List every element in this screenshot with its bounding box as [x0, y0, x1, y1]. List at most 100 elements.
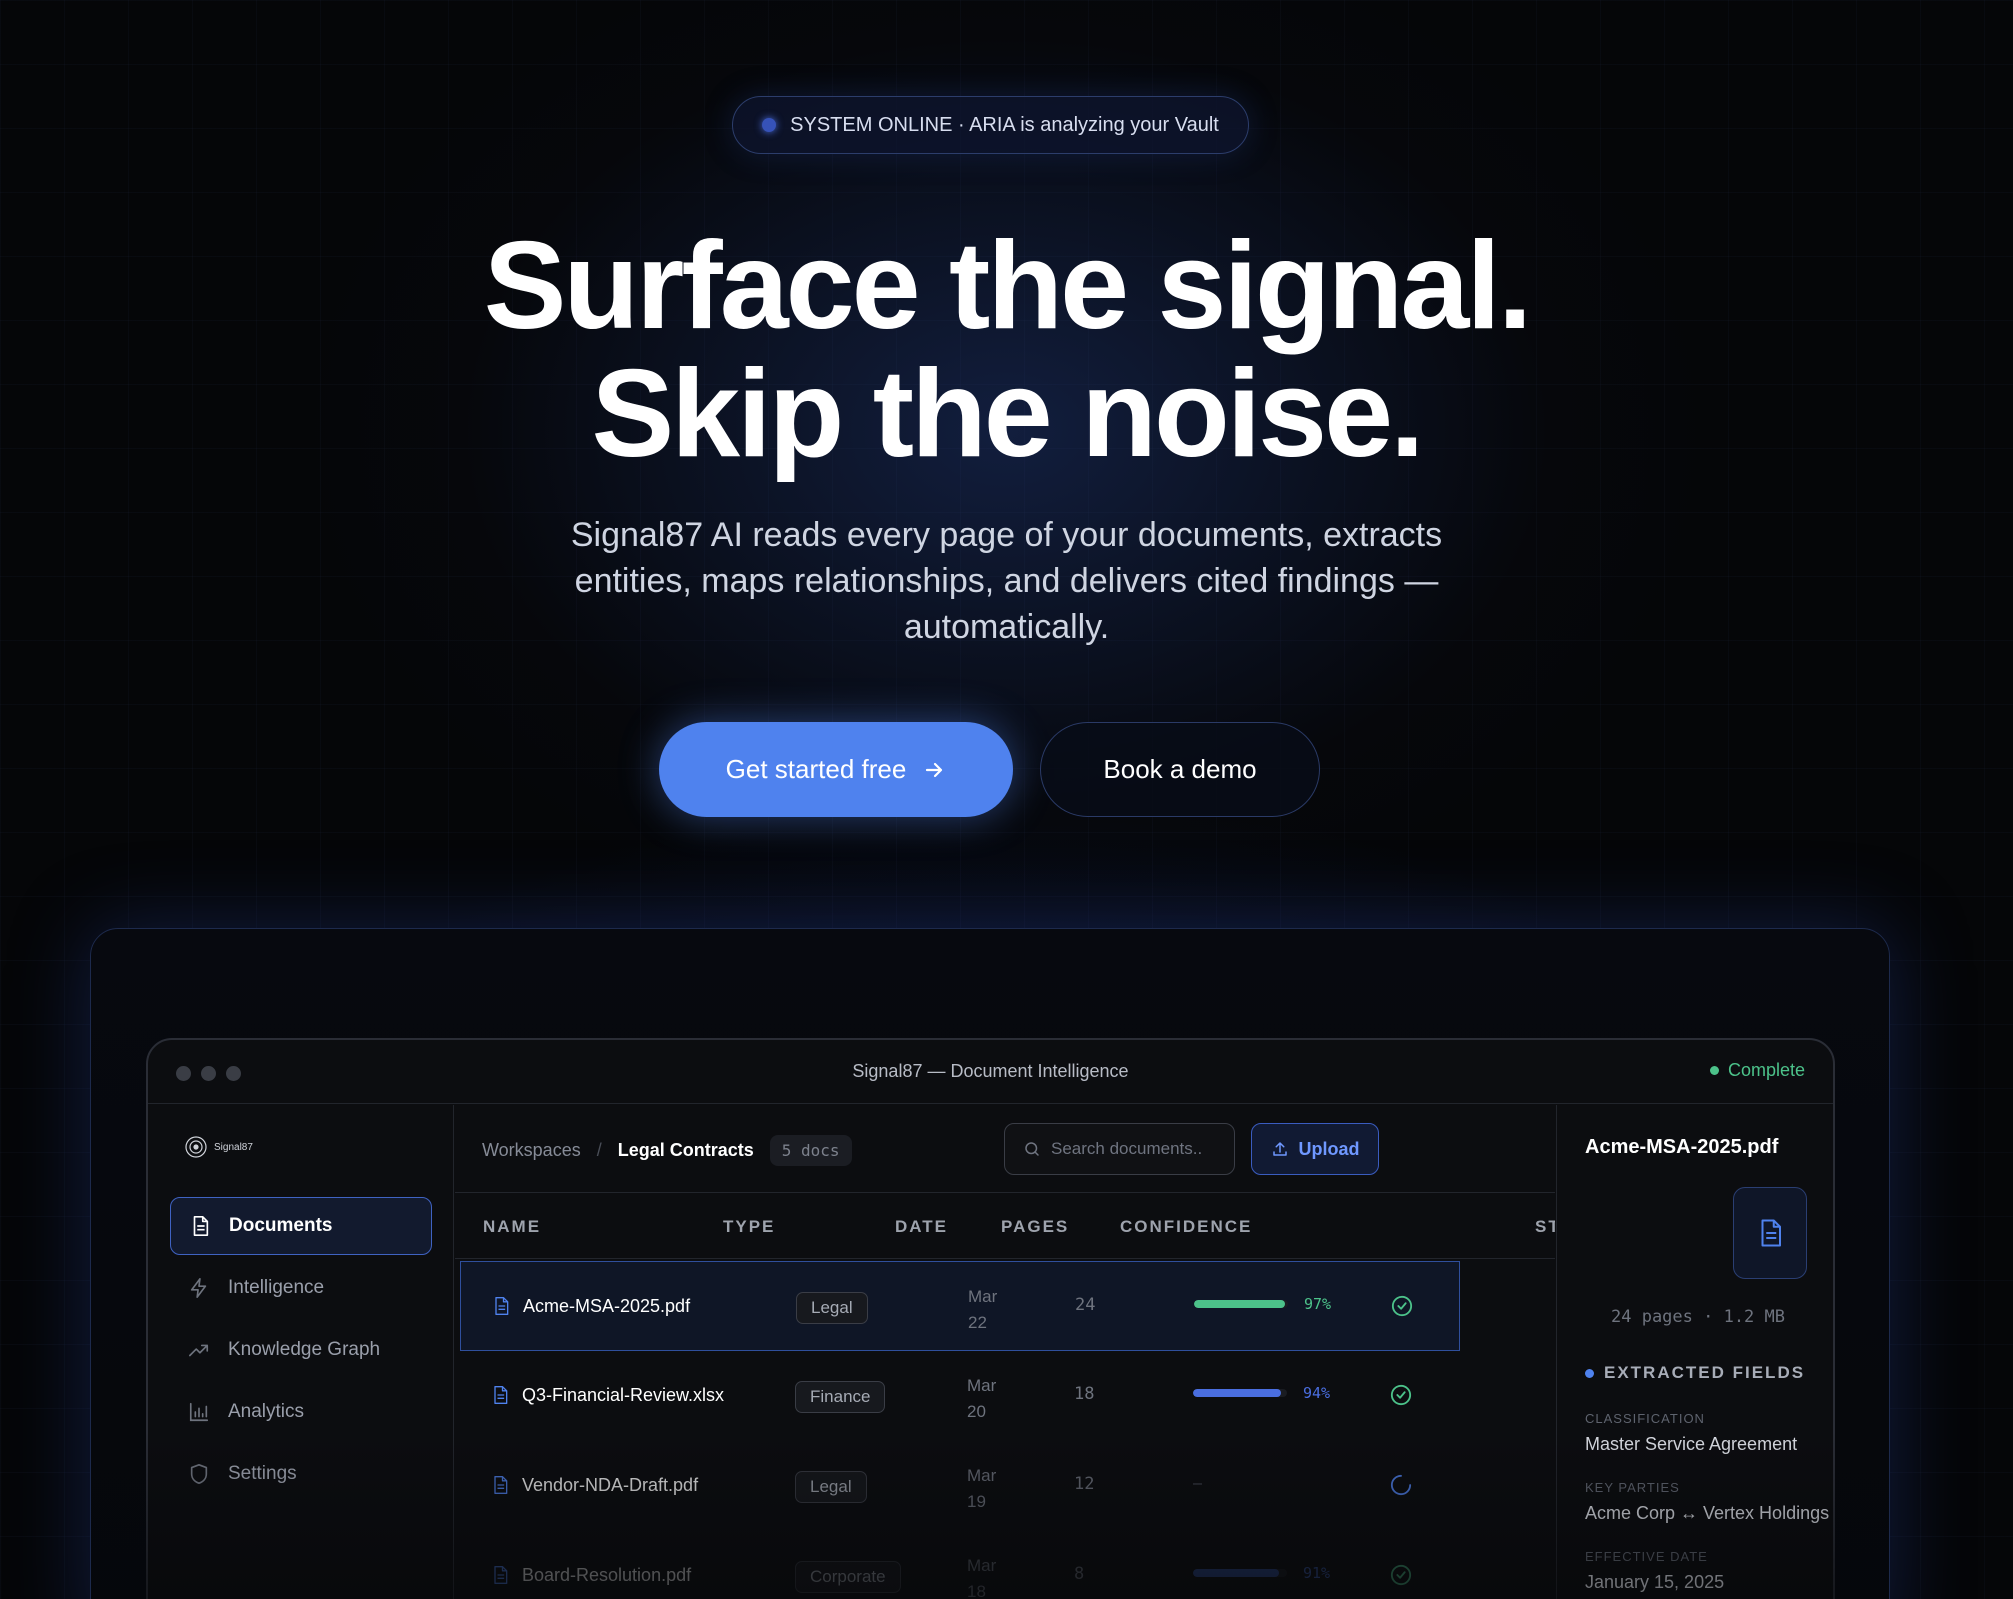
window-maximize-dot[interactable] — [226, 1066, 241, 1081]
document-icon — [193, 1216, 209, 1236]
row-date: Mar 20 — [967, 1373, 1007, 1425]
breadcrumb-workspaces[interactable]: Workspaces — [482, 1140, 581, 1161]
field-value: Master Service Agreement — [1585, 1434, 1798, 1454]
file-icon — [494, 1476, 508, 1494]
signal-logo-icon — [185, 1136, 207, 1158]
table-header: NAME TYPE DATE PAGES CONFIDENCE ST — [455, 1193, 1555, 1259]
row-date-day: 19 — [967, 1492, 986, 1511]
window-close-dot[interactable] — [176, 1066, 191, 1081]
sidebar-item-documents[interactable]: Documents — [170, 1197, 432, 1255]
get-started-button[interactable]: Get started free — [659, 722, 1013, 817]
column-header-status[interactable]: ST — [1535, 1217, 1555, 1237]
sidebar-item-settings[interactable]: Settings — [170, 1445, 432, 1503]
hero-headline: Surface the signal. Skip the noise. — [0, 222, 2013, 478]
file-icon — [494, 1386, 508, 1404]
column-header-type[interactable]: TYPE — [723, 1217, 775, 1237]
row-date: Mar 19 — [967, 1463, 1007, 1515]
row-pages: 12 — [1074, 1474, 1095, 1494]
column-header-name[interactable]: NAME — [483, 1217, 541, 1237]
status-dot-icon — [762, 118, 777, 132]
row-type-badge: Corporate — [795, 1561, 901, 1593]
check-circle-icon — [1390, 1564, 1412, 1586]
table-row[interactable]: Acme-MSA-2025.pdf Legal Mar 22 24 97% — [460, 1261, 1460, 1351]
window-minimize-dot[interactable] — [201, 1066, 216, 1081]
row-confidence: 97% — [1194, 1295, 1331, 1313]
row-name-cell: Board-Resolution.pdf — [490, 1564, 691, 1586]
doc-count-badge: 5 docs — [769, 1135, 852, 1166]
search-box — [1004, 1123, 1235, 1175]
search-input[interactable] — [1051, 1139, 1201, 1159]
book-demo-button[interactable]: Book a demo — [1040, 722, 1320, 817]
row-name-cell: Vendor-NDA-Draft.pdf — [490, 1474, 698, 1496]
breadcrumb-current: Legal Contracts — [617, 1140, 754, 1160]
sidebar-item-analytics[interactable]: Analytics — [170, 1383, 432, 1441]
toolbar: Workspaces / Legal Contracts 5 docs Uplo… — [455, 1105, 1555, 1193]
heading-dot-icon — [1585, 1368, 1594, 1378]
trend-icon — [189, 1344, 209, 1357]
column-header-confidence[interactable]: CONFIDENCE — [1120, 1217, 1252, 1237]
field-value: January 15, 2025 — [1585, 1572, 1725, 1592]
file-icon — [495, 1297, 509, 1315]
sidebar-item-intelligence[interactable]: Intelligence — [170, 1259, 432, 1317]
row-pages: 18 — [1074, 1384, 1095, 1404]
confidence-value: 97% — [1304, 1295, 1332, 1313]
complete-dot-icon — [1709, 1066, 1719, 1075]
row-file-name: Q3-Financial-Review.xlsx — [522, 1384, 725, 1405]
row-date-day: 18 — [967, 1582, 986, 1599]
hero-subhead: Signal87 AI reads every page of your doc… — [570, 516, 1443, 646]
row-pages: 8 — [1074, 1564, 1085, 1584]
window-controls — [176, 1066, 241, 1081]
extracted-fields-label: EXTRACTED FIELDS — [1604, 1363, 1806, 1382]
brand: Signal87 — [184, 1135, 253, 1159]
file-icon — [494, 1566, 508, 1584]
loading-spinner-icon — [1390, 1474, 1412, 1496]
window-title: Signal87 — Document Intelligence — [852, 1061, 1129, 1081]
get-started-label: Get started free — [725, 754, 907, 784]
table-row[interactable]: Vendor-NDA-Draft.pdf Legal Mar 19 12 — — [460, 1441, 1460, 1531]
row-confidence: 91% — [1193, 1564, 1330, 1582]
check-circle-icon — [1390, 1384, 1412, 1406]
table-row[interactable]: Q3-Financial-Review.xlsx Finance Mar 20 18 94… — [460, 1351, 1460, 1441]
extracted-fields-heading: EXTRACTED FIELDS — [1585, 1363, 1805, 1383]
window-titlebar: Signal87 — Document Intelligence Complet… — [148, 1040, 1833, 1104]
column-header-pages[interactable]: PAGES — [1001, 1217, 1069, 1237]
row-type-badge: Legal — [796, 1292, 868, 1324]
arrow-right-icon — [926, 762, 943, 777]
confidence-bar-fill — [1193, 1569, 1279, 1577]
processing-status-label: Complete — [1727, 1060, 1805, 1080]
field-effective-date: EFFECTIVE DATE January 15, 2025 — [1585, 1549, 1724, 1593]
column-header-date[interactable]: DATE — [895, 1217, 948, 1237]
system-status-pill: SYSTEM ONLINE · ARIA is analyzing your V… — [732, 96, 1249, 154]
upload-button[interactable]: Upload — [1251, 1123, 1379, 1175]
brand-name: Signal87 — [214, 1141, 253, 1153]
lightning-icon — [190, 1278, 207, 1298]
table-row[interactable]: Board-Resolution.pdf Corporate Mar 18 8 91% — [460, 1531, 1460, 1599]
breadcrumb-separator: / — [596, 1140, 602, 1160]
confidence-value: 94% — [1303, 1384, 1331, 1402]
file-preview[interactable] — [1733, 1187, 1807, 1279]
sidebar: Signal87 Documents Intelligence Knowledg… — [148, 1105, 454, 1599]
row-type-badge: Legal — [795, 1471, 867, 1503]
confidence-value: — — [1193, 1474, 1203, 1492]
field-label: EFFECTIVE DATE — [1585, 1549, 1708, 1564]
row-date-month: Mar — [968, 1287, 998, 1306]
row-date: Mar 22 — [968, 1284, 1008, 1336]
upload-label: Upload — [1298, 1138, 1360, 1159]
row-date-month: Mar — [967, 1466, 997, 1485]
row-name-cell: Q3-Financial-Review.xlsx — [490, 1384, 724, 1406]
sidebar-item-label: Analytics — [228, 1401, 305, 1422]
confidence-value: 91% — [1303, 1564, 1331, 1582]
sidebar-item-label: Intelligence — [228, 1277, 325, 1298]
row-type-badge: Finance — [795, 1381, 886, 1413]
row-date: Mar 18 — [967, 1553, 1007, 1599]
row-file-name: Board-Resolution.pdf — [522, 1564, 692, 1585]
field-label: CLASSIFICATION — [1585, 1411, 1705, 1426]
headline-line-2: Skip the noise. — [591, 345, 1424, 483]
row-pages: 24 — [1075, 1295, 1096, 1315]
row-date-day: 22 — [968, 1313, 987, 1332]
sidebar-item-label: Settings — [228, 1463, 297, 1484]
sidebar-item-knowledge-graph[interactable]: Knowledge Graph — [170, 1321, 432, 1379]
confidence-bar-fill — [1194, 1300, 1286, 1308]
shield-icon — [190, 1464, 208, 1484]
sidebar-item-label: Documents — [229, 1215, 333, 1236]
